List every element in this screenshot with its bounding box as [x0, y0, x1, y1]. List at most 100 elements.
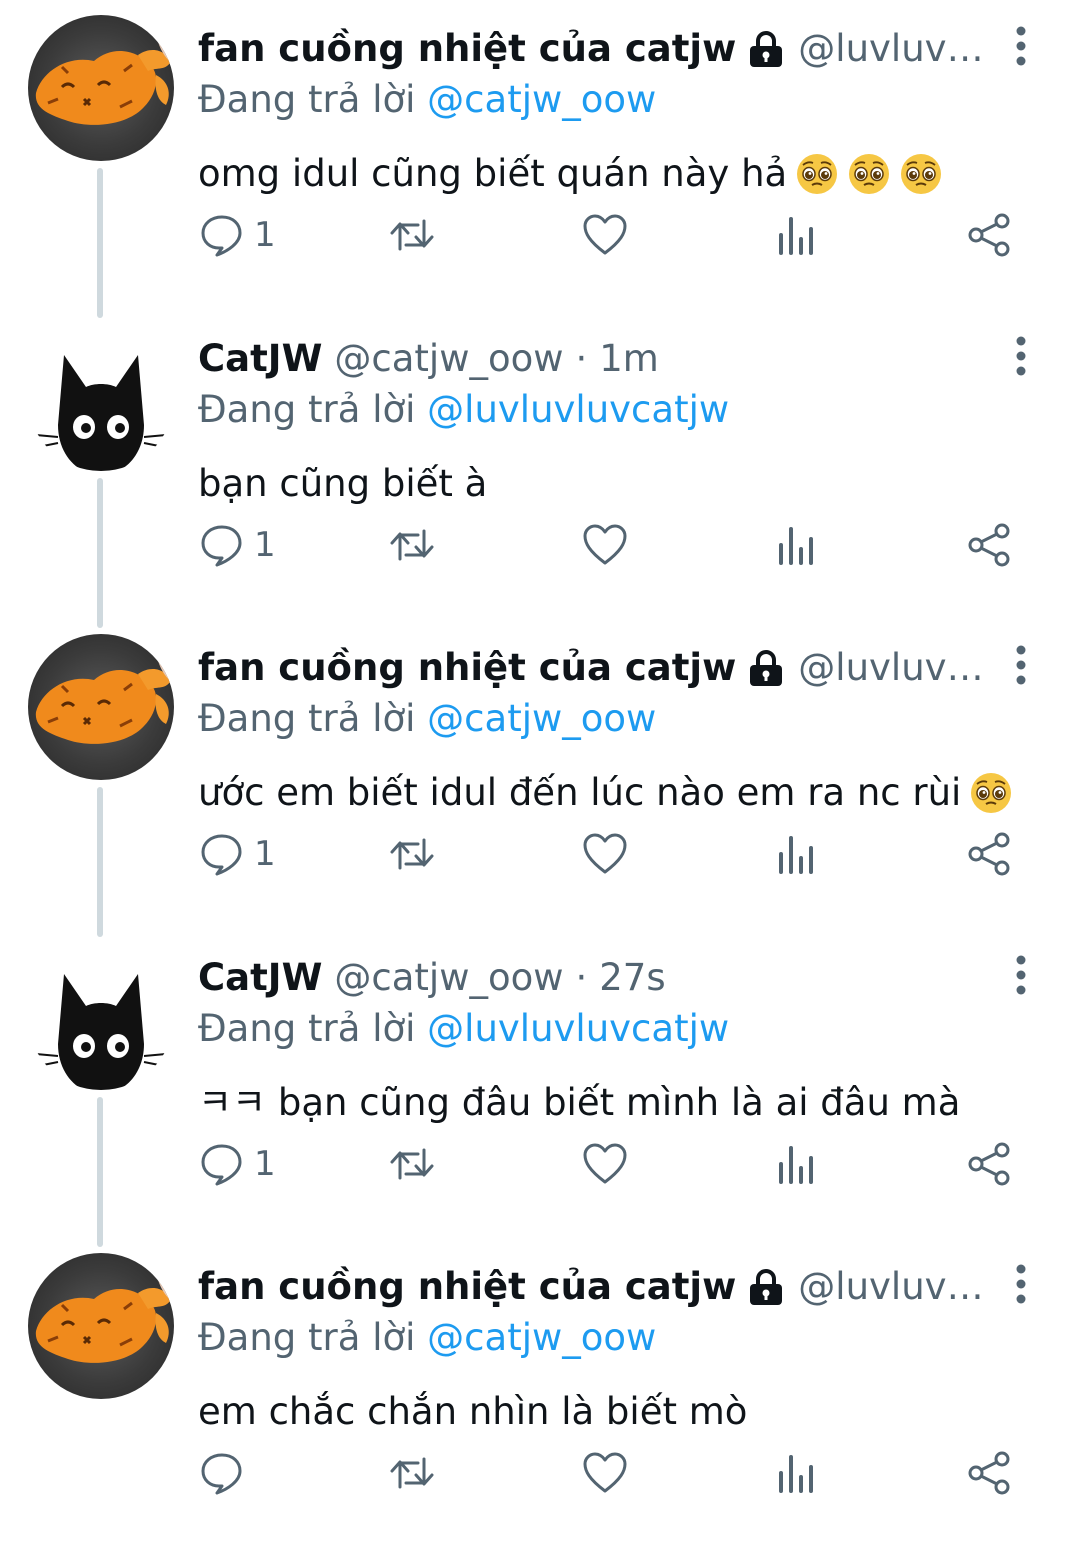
avatar[interactable] [28, 1253, 174, 1399]
tweet-text-content: ước em biết idul đến lúc nào em ra nc rù… [198, 771, 962, 814]
timestamp[interactable]: 27s [599, 953, 665, 1003]
more-options-icon[interactable] [1003, 953, 1039, 997]
avatar[interactable] [28, 944, 174, 1090]
views-button[interactable] [772, 1443, 820, 1503]
views-button[interactable] [772, 824, 820, 884]
pleading-face-emoji-icon [795, 152, 839, 196]
replying-label: Đang trả lời [198, 697, 416, 740]
like-button[interactable] [581, 515, 629, 575]
views-button[interactable] [772, 1134, 820, 1194]
like-button[interactable] [581, 1443, 629, 1503]
retweet-button[interactable] [388, 1443, 436, 1503]
replying-to: Đang trả lời @luvluvluvcatjw [198, 1005, 729, 1053]
reply-tweet[interactable]: CatJW @catjw_oow · 1m Đang trả lời @luvl… [0, 310, 1080, 620]
action-bar: 1 [0, 515, 1080, 575]
reply-to-handle[interactable]: @catjw_oow [427, 697, 656, 740]
analytics-icon [779, 1146, 813, 1184]
author-name[interactable]: fan cuồng nhiệt của catjw [198, 643, 736, 693]
like-button[interactable] [581, 1134, 629, 1194]
share-button[interactable] [966, 205, 1014, 265]
more-options-icon[interactable] [1003, 643, 1039, 687]
tweet-header: fan cuồng nhiệt của catjw @luvluvluvc... [198, 643, 988, 693]
tweet-text: bạn cũng biết à [198, 456, 487, 512]
lock-icon [744, 1267, 788, 1307]
retweet-button[interactable] [388, 824, 436, 884]
replying-to: Đang trả lời @catjw_oow [198, 1314, 656, 1362]
retweet-icon [390, 219, 434, 251]
heart-icon [583, 1452, 627, 1493]
replying-to: Đang trả lời @luvluvluvcatjw [198, 386, 729, 434]
reply-count: 1 [254, 215, 276, 255]
retweet-icon [390, 1457, 434, 1489]
more-options-icon[interactable] [1003, 24, 1039, 68]
reply-to-handle[interactable]: @catjw_oow [427, 78, 656, 121]
share-button[interactable] [966, 515, 1014, 575]
retweet-button[interactable] [388, 1134, 436, 1194]
tweet-text: ước em biết idul đến lúc nào em ra nc rù… [198, 765, 1013, 821]
share-button[interactable] [966, 824, 1014, 884]
avatar[interactable] [28, 325, 174, 471]
reply-tweet[interactable]: CatJW @catjw_oow · 27s Đang trả lời @luv… [0, 929, 1080, 1239]
reply-count: 1 [254, 1144, 276, 1184]
retweet-button[interactable] [388, 205, 436, 265]
author-handle[interactable]: @luvluvluvc... [798, 1262, 988, 1312]
reply-button[interactable] [198, 1443, 254, 1503]
reply-button[interactable]: 1 [198, 1134, 276, 1194]
reply-button[interactable]: 1 [198, 205, 276, 265]
avatar[interactable] [28, 634, 174, 780]
author-name[interactable]: fan cuồng nhiệt của catjw [198, 1262, 736, 1312]
reply-to-handle[interactable]: @catjw_oow [427, 1316, 656, 1359]
like-button[interactable] [581, 205, 629, 265]
more-options-icon[interactable] [1003, 334, 1039, 378]
reply-tweet[interactable]: fan cuồng nhiệt của catjw @luvluvluvc...… [0, 0, 1080, 310]
reply-icon [201, 834, 242, 876]
author-handle[interactable]: @catjw_oow [334, 953, 563, 1003]
tweet-header: CatJW @catjw_oow · 27s [198, 953, 988, 1003]
share-icon [968, 1142, 1010, 1186]
reply-to-handle[interactable]: @luvluvluvcatjw [427, 388, 729, 431]
author-name[interactable]: CatJW [198, 334, 322, 384]
tweet-text-content: em chắc chắn nhìn là biết mò [198, 1390, 748, 1433]
share-button[interactable] [966, 1134, 1014, 1194]
reply-button[interactable]: 1 [198, 515, 276, 575]
views-button[interactable] [772, 515, 820, 575]
time-separator: · [575, 956, 588, 999]
reply-button[interactable]: 1 [198, 824, 276, 884]
reply-count: 1 [254, 834, 276, 874]
analytics-icon [779, 1455, 813, 1493]
like-button[interactable] [581, 824, 629, 884]
analytics-icon [779, 836, 813, 874]
more-options-icon[interactable] [1003, 1262, 1039, 1306]
heart-icon [583, 833, 627, 874]
views-button[interactable] [772, 205, 820, 265]
share-button[interactable] [966, 1443, 1014, 1503]
author-handle[interactable]: @luvluvluvc... [798, 643, 988, 693]
author-name[interactable]: fan cuồng nhiệt của catjw [198, 24, 736, 74]
reply-tweet[interactable]: fan cuồng nhiệt của catjw @luvluvluvc...… [0, 1238, 1080, 1548]
pleading-face-emoji-icon [899, 152, 943, 196]
replying-label: Đang trả lời [198, 1316, 416, 1359]
author-handle[interactable]: @luvluvluvc... [798, 24, 988, 74]
lock-icon [744, 29, 788, 69]
heart-icon [583, 524, 627, 565]
replying-label: Đang trả lời [198, 388, 416, 431]
avatar[interactable] [28, 15, 174, 161]
reply-to-handle[interactable]: @luvluvluvcatjw [427, 1007, 729, 1050]
share-icon [968, 523, 1010, 567]
action-bar: 1 [0, 1134, 1080, 1194]
replying-label: Đang trả lời [198, 1007, 416, 1050]
timestamp[interactable]: 1m [599, 334, 659, 384]
tweet-text: ㅋㅋ bạn cũng đâu biết mình là ai đâu mà [198, 1075, 960, 1131]
lock-icon [744, 648, 788, 688]
replying-label: Đang trả lời [198, 78, 416, 121]
orange-peel-avatar-image [35, 1272, 174, 1363]
retweet-button[interactable] [388, 515, 436, 575]
reply-tweet[interactable]: fan cuồng nhiệt của catjw @luvluvluvc...… [0, 619, 1080, 929]
time-separator: · [575, 337, 588, 380]
author-name[interactable]: CatJW [198, 953, 322, 1003]
author-handle[interactable]: @catjw_oow [334, 334, 563, 384]
tweet-text-content: omg idul cũng biết quán này hả [198, 152, 788, 195]
analytics-icon [779, 217, 813, 255]
tweet-text-content: bạn cũng biết à [198, 462, 488, 505]
pleading-face-emoji-icon [969, 771, 1013, 815]
